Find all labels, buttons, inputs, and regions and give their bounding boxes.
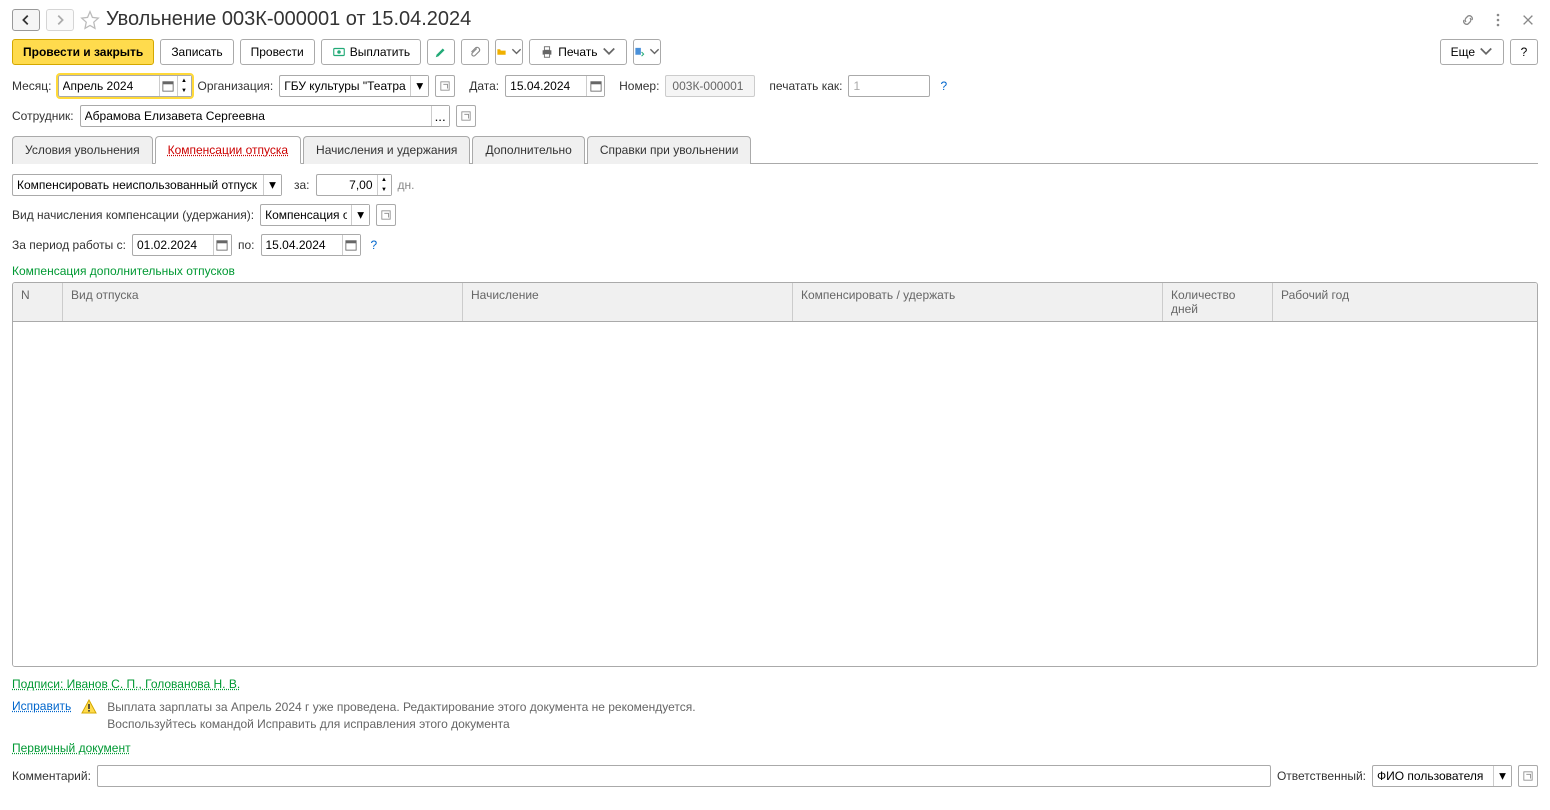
col-type: Вид отпуска xyxy=(63,283,463,321)
misc-button[interactable] xyxy=(633,39,661,65)
employee-input[interactable]: ... xyxy=(80,105,450,127)
number-value: 003К-000001 xyxy=(665,75,755,97)
period-to-label: по: xyxy=(238,238,255,252)
signatures-link[interactable]: Подписи: Иванов С. П., Голованова Н. В. xyxy=(12,677,240,691)
section-title: Компенсация дополнительных отпусков xyxy=(12,264,1538,278)
org-input[interactable]: ▾ xyxy=(279,75,429,97)
month-calendar-icon[interactable] xyxy=(159,76,177,96)
accrual-dropdown[interactable]: ▾ xyxy=(351,205,369,225)
fix-link[interactable]: Исправить xyxy=(12,699,71,713)
days-input[interactable]: ▲▼ xyxy=(316,174,392,196)
col-comp: Компенсировать / удержать xyxy=(793,283,1163,321)
responsible-open-button[interactable] xyxy=(1518,765,1538,787)
col-days: Количество дней xyxy=(1163,283,1273,321)
pay-button[interactable]: Выплатить xyxy=(321,39,422,65)
more-label: Еще xyxy=(1451,45,1475,59)
date-input[interactable] xyxy=(505,75,605,97)
tab-conditions[interactable]: Условия увольнения xyxy=(12,136,153,164)
print-as-label: печатать как: xyxy=(769,79,842,93)
col-accrual: Начисление xyxy=(463,283,793,321)
accrual-open-button[interactable] xyxy=(376,204,396,226)
comp-action-dropdown[interactable]: ▾ xyxy=(263,175,281,195)
period-to-input[interactable] xyxy=(261,234,361,256)
help-button[interactable]: ? xyxy=(1510,39,1538,65)
month-down[interactable]: ▼ xyxy=(177,86,191,96)
days-unit: дн. xyxy=(398,178,415,192)
tab-accruals[interactable]: Начисления и удержания xyxy=(303,136,470,164)
comment-input[interactable] xyxy=(97,765,1271,787)
print-as-input[interactable] xyxy=(848,75,930,97)
for-label: за: xyxy=(294,178,310,192)
table-body[interactable] xyxy=(13,322,1537,667)
org-open-button[interactable] xyxy=(435,75,455,97)
tab-certificates[interactable]: Справки при увольнении xyxy=(587,136,752,164)
tab-additional[interactable]: Дополнительно xyxy=(472,136,584,164)
col-n: N xyxy=(13,283,63,321)
period-from-calendar-icon[interactable] xyxy=(213,235,231,255)
print-label: Печать xyxy=(558,45,597,59)
employee-label: Сотрудник: xyxy=(12,109,74,123)
tab-compensation[interactable]: Компенсации отпуска xyxy=(155,136,301,164)
more-button[interactable]: Еще xyxy=(1440,39,1504,65)
write-button[interactable]: Записать xyxy=(160,39,233,65)
attach-button[interactable] xyxy=(461,39,489,65)
period-label: За период работы с: xyxy=(12,238,126,252)
org-dropdown[interactable]: ▾ xyxy=(410,76,428,96)
link-icon[interactable] xyxy=(1458,10,1478,30)
warning-icon xyxy=(81,699,97,715)
post-and-close-button[interactable]: Провести и закрыть xyxy=(12,39,154,65)
month-up[interactable]: ▲ xyxy=(177,76,191,86)
days-down[interactable]: ▼ xyxy=(377,185,391,195)
org-label: Организация: xyxy=(198,79,274,93)
help-link-printas[interactable]: ? xyxy=(940,79,947,93)
comp-action-select[interactable]: ▾ xyxy=(12,174,282,196)
compensation-table: N Вид отпуска Начисление Компенсировать … xyxy=(12,282,1538,667)
employee-open-button[interactable] xyxy=(456,105,476,127)
month-input[interactable]: ▲▼ xyxy=(58,75,192,97)
accrual-label: Вид начисления компенсации (удержания): xyxy=(12,208,254,222)
print-button[interactable]: Печать xyxy=(529,39,626,65)
responsible-label: Ответственный: xyxy=(1277,769,1366,783)
primary-doc-link[interactable]: Первичный документ xyxy=(12,741,131,755)
kebab-menu-icon[interactable] xyxy=(1488,10,1508,30)
pay-label: Выплатить xyxy=(350,45,411,59)
comment-label: Комментарий: xyxy=(12,769,91,783)
period-from-input[interactable] xyxy=(132,234,232,256)
col-year: Рабочий год xyxy=(1273,283,1537,321)
page-title: Увольнение 003К-000001 от 15.04.2024 xyxy=(106,8,1452,31)
employee-select-button[interactable]: ... xyxy=(431,106,449,126)
month-label: Месяц: xyxy=(12,79,52,93)
date-calendar-icon[interactable] xyxy=(586,76,604,96)
number-label: Номер: xyxy=(619,79,659,93)
warning-text: Выплата зарплаты за Апрель 2024 г уже пр… xyxy=(107,699,695,733)
days-up[interactable]: ▲ xyxy=(377,175,391,185)
help-link-period[interactable]: ? xyxy=(371,238,378,252)
accrual-input[interactable]: ▾ xyxy=(260,204,370,226)
post-button[interactable]: Провести xyxy=(240,39,315,65)
date-label: Дата: xyxy=(469,79,499,93)
responsible-dropdown[interactable]: ▾ xyxy=(1493,766,1511,786)
edit-button[interactable] xyxy=(427,39,455,65)
close-icon[interactable] xyxy=(1518,10,1538,30)
folder-button[interactable] xyxy=(495,39,523,65)
period-to-calendar-icon[interactable] xyxy=(342,235,360,255)
nav-forward-button[interactable] xyxy=(46,9,74,31)
nav-back-button[interactable] xyxy=(12,9,40,31)
favorite-icon[interactable] xyxy=(80,10,100,30)
responsible-input[interactable]: ▾ xyxy=(1372,765,1512,787)
